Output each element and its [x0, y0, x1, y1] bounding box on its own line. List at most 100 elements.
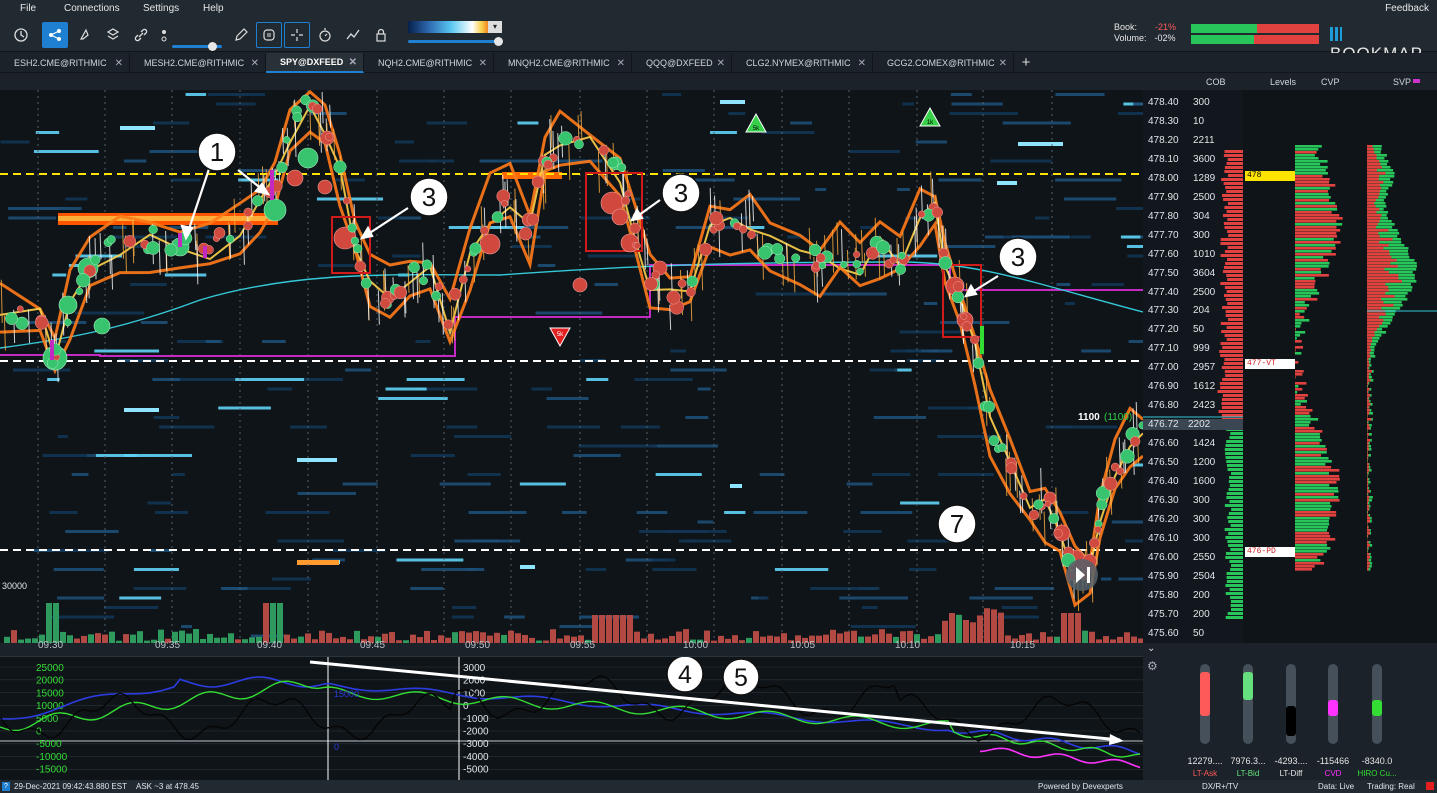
tab-qqq[interactable]: QQQ@DXFEED ✕ [632, 53, 732, 73]
pencil-icon[interactable] [228, 22, 254, 48]
liquidity-streak [1070, 235, 1091, 239]
heatmap-chart[interactable]: 5k 1k 5k 1 3 3 3 7 1100 (1100) 30000 [0, 90, 1143, 643]
cob-ask-bar [1221, 406, 1243, 409]
layers-icon[interactable] [100, 22, 126, 48]
lock-icon[interactable] [368, 22, 394, 48]
price-row[interactable]: 478.20 2211 [1148, 135, 1215, 146]
indicator-pane[interactable]: 25000 20000 15000 10000 5000 0 -5000 -10000 -150… [0, 656, 1143, 780]
price-row[interactable]: 477.60 1010 [1148, 249, 1215, 260]
price-row[interactable]: 477.40 2500 [1148, 287, 1215, 298]
svg-text:3: 3 [1011, 242, 1025, 272]
close-icon[interactable]: ✕ [251, 58, 259, 69]
replay-button[interactable] [1066, 559, 1098, 591]
feedback-link[interactable]: Feedback [1385, 3, 1429, 14]
close-icon[interactable]: ✕ [349, 57, 357, 68]
price-row[interactable]: 478.30 10 [1148, 116, 1204, 127]
price-row[interactable]: 476.72 2202 [1143, 419, 1243, 431]
price-row[interactable]: 477.90 2500 [1148, 192, 1215, 203]
price-tick [515, 199, 518, 242]
help-icon[interactable]: ? [2, 782, 10, 791]
price-row[interactable]: 477.80 304 [1148, 211, 1210, 222]
last-trade-size-cumulative: (1100) [1104, 412, 1132, 423]
sell-bubble [889, 256, 898, 264]
price-row[interactable]: 475.60 50 [1148, 628, 1204, 639]
price-row[interactable]: 477.30 204 [1148, 305, 1210, 316]
liquidity-streak [547, 425, 601, 429]
tab-nqh2[interactable]: NQH2.CME@RITHMIC ✕ [364, 53, 494, 73]
price-row[interactable]: 475.90 2504 [1148, 571, 1215, 582]
svp-bar-overlay [1367, 355, 1371, 358]
tab-esh2[interactable]: ESH2.CME@RITHMIC ✕ [0, 53, 130, 73]
menu-bar: File Connections Settings Help Feedback [0, 0, 1437, 18]
brightness-slider[interactable] [172, 42, 222, 51]
price-row[interactable]: 476.40 1600 [1148, 476, 1215, 487]
menu-help[interactable]: Help [203, 3, 224, 14]
svp-bar-overlay [1367, 190, 1380, 193]
rocket-icon[interactable] [72, 22, 98, 48]
price-row[interactable]: 476.30 300 [1148, 495, 1210, 506]
svp-bar-overlay [1367, 184, 1380, 187]
price-row[interactable]: 478.40 300 [1148, 97, 1210, 108]
price-row[interactable]: 477.00 2957 [1148, 362, 1215, 373]
close-icon[interactable]: ✕ [858, 58, 866, 69]
share-icon[interactable] [42, 22, 68, 48]
svp-bar-overlay [1367, 445, 1369, 448]
timer-icon[interactable] [312, 22, 338, 48]
tab-mesh2[interactable]: MESH2.CME@RITHMIC ✕ [130, 53, 266, 73]
close-icon[interactable]: ✕ [999, 58, 1007, 69]
heatmap-color-scale[interactable] [408, 21, 500, 33]
price-row[interactable]: 477.50 3604 [1148, 268, 1215, 279]
price-row[interactable]: 478.10 3600 [1148, 154, 1215, 165]
chart-icon[interactable] [340, 22, 366, 48]
price-row[interactable]: 476.80 2423 [1148, 400, 1215, 411]
menu-file[interactable]: File [20, 3, 36, 14]
price-row[interactable]: 475.70 200 [1148, 609, 1210, 620]
chevron-down-icon[interactable]: ⌄ [1147, 643, 1155, 654]
link-icon[interactable] [128, 22, 154, 48]
tab-mnqh2[interactable]: MNQH2.CME@RITHMIC ✕ [494, 53, 632, 73]
price-row[interactable]: 476.00 2550 [1148, 552, 1215, 563]
target-icon[interactable] [256, 22, 282, 48]
close-icon[interactable]: ✕ [115, 58, 123, 69]
add-tab-button[interactable]: + [1016, 53, 1036, 73]
cvp-bars [1295, 145, 1343, 571]
svp-color-swatch[interactable] [1413, 79, 1420, 83]
cob-ask-bar [1224, 206, 1243, 209]
tab-spy[interactable]: SPY@DXFEED ✕ [266, 53, 364, 73]
tab-clg2[interactable]: CLG2.NYMEX@RITHMIC ✕ [732, 53, 873, 73]
price-row[interactable]: 476.20 300 [1148, 514, 1210, 525]
price-row[interactable]: 477.70 300 [1148, 230, 1210, 241]
liquidity-streak [651, 558, 676, 562]
close-icon[interactable]: ✕ [717, 58, 725, 69]
svp-bar-overlay [1367, 199, 1376, 202]
cob-ask-bar [1220, 342, 1243, 345]
cvp-bar [1295, 220, 1337, 223]
size-value: 1424 [1193, 438, 1216, 450]
price-row[interactable]: 476.90 1612 [1148, 381, 1215, 392]
price-row[interactable]: 475.80 200 [1148, 590, 1210, 601]
heatmap-dropdown[interactable]: ▾ [488, 21, 502, 33]
price-row[interactable]: 477.10 999 [1148, 343, 1210, 354]
liquidity-bright [997, 181, 1017, 185]
menu-connections[interactable]: Connections [64, 3, 120, 14]
price-row[interactable]: 476.60 1424 [1148, 438, 1215, 449]
gear-icon[interactable]: ⚙ [1147, 659, 1158, 673]
price-row[interactable]: 476.50 1200 [1148, 457, 1215, 468]
heatmap-slider[interactable] [408, 37, 503, 46]
price-row[interactable]: 477.20 50 [1148, 324, 1204, 335]
price-row[interactable]: 476.10 300 [1148, 533, 1210, 544]
tab-gcg2[interactable]: GCG2.COMEX@RITHMIC ✕ [873, 53, 1014, 73]
liquidity-streak [152, 378, 181, 381]
menu-settings[interactable]: Settings [143, 3, 179, 14]
trend-arrowhead [1109, 734, 1124, 745]
cob-ask-bar [1222, 378, 1243, 381]
price-ladder[interactable]: 478.40 300 478.30 10 478.20 2211 478.10 3600 478… [1143, 90, 1243, 643]
cvp-bar [1295, 166, 1328, 169]
crosshair-icon[interactable] [284, 22, 310, 48]
close-icon[interactable]: ✕ [479, 58, 487, 69]
price-row[interactable]: 478.00 1289 [1148, 173, 1215, 184]
size-value: 50 [1193, 627, 1205, 639]
close-icon[interactable]: ✕ [617, 58, 625, 69]
clock-icon[interactable] [8, 22, 34, 48]
price-tick [552, 131, 555, 170]
